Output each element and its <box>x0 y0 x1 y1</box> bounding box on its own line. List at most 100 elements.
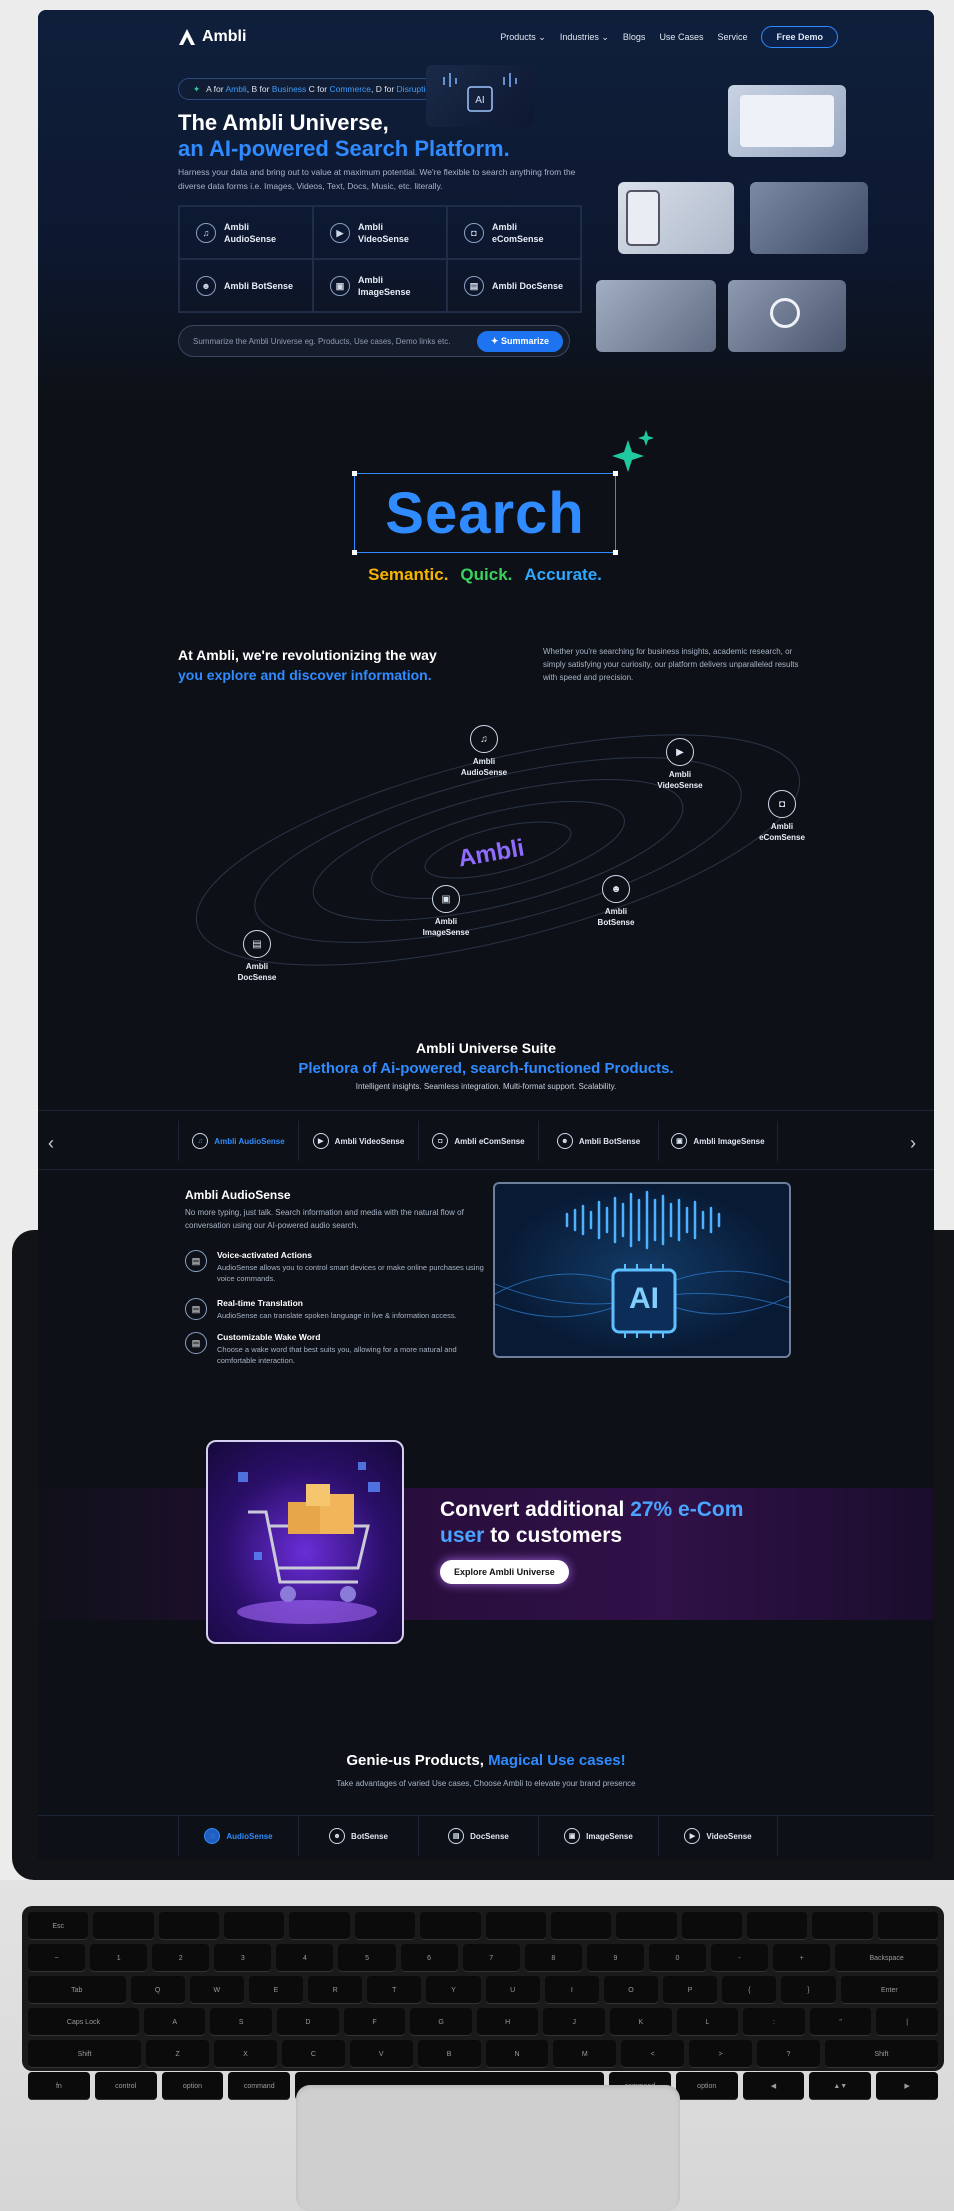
nav-use-cases[interactable]: Use Cases <box>659 32 703 42</box>
keyboard-key[interactable]: 9 <box>586 1944 644 1972</box>
keyboard-key[interactable]: Shift <box>28 2040 142 2068</box>
keyboard-key[interactable]: > <box>689 2040 753 2068</box>
keyboard-key[interactable]: - <box>711 1944 769 1972</box>
keyboard-key[interactable] <box>93 1912 154 1940</box>
keyboard-key[interactable]: S <box>210 2008 273 2036</box>
nav-blogs[interactable]: Blogs <box>623 32 646 42</box>
keyboard-key[interactable]: 1 <box>90 1944 148 1972</box>
keyboard-key[interactable]: ▲▼ <box>809 2072 872 2100</box>
summarize-button[interactable]: ✦ Summarize <box>476 330 563 352</box>
keyboard-key[interactable]: option <box>161 2072 224 2100</box>
keyboard-key[interactable]: 4 <box>276 1944 334 1972</box>
keyboard-key[interactable]: } <box>781 1976 836 2004</box>
trackpad[interactable] <box>296 2085 680 2211</box>
keyboard-key[interactable]: Enter <box>840 1976 939 2004</box>
tab-audiosense[interactable]: ♫ Ambli AudioSense <box>178 1121 298 1161</box>
keyboard-key[interactable]: B <box>417 2040 481 2068</box>
keyboard-key[interactable] <box>485 1912 546 1940</box>
keyboard-key[interactable]: ? <box>757 2040 820 2068</box>
explore-ambli-universe-button[interactable]: Explore Ambli Universe <box>440 1560 569 1584</box>
keyboard-key[interactable]: J <box>543 2008 606 2036</box>
product-docsense[interactable]: ▤ Ambli DocSense <box>447 259 581 312</box>
keyboard-key[interactable] <box>420 1912 481 1940</box>
keyboard-key[interactable]: 2 <box>152 1944 210 1972</box>
keyboard-key[interactable]: K <box>610 2008 672 2036</box>
product-ecomsense[interactable]: ◘ Ambli eComSense <box>447 206 581 259</box>
keyboard-key[interactable] <box>158 1912 220 1940</box>
keyboard-key[interactable]: ▶ <box>876 2072 938 2100</box>
keyboard-key[interactable]: D <box>277 2008 339 2036</box>
keyboard-key[interactable]: control <box>94 2072 157 2100</box>
keyboard-key[interactable]: ~ <box>28 1944 86 1972</box>
keyboard-key[interactable] <box>224 1912 285 1940</box>
keyboard-key[interactable]: R <box>308 1976 363 2004</box>
keyboard-key[interactable] <box>812 1912 873 1940</box>
keyboard-key[interactable] <box>354 1912 416 1940</box>
keyboard-key[interactable] <box>746 1912 808 1940</box>
chevron-left-icon[interactable]: ‹ <box>48 1133 54 1154</box>
keyboard-key[interactable]: option <box>675 2072 738 2100</box>
nav-products[interactable]: Products <box>500 32 546 43</box>
botsense-orbit-icon[interactable]: ☻ <box>602 875 630 903</box>
keyboard-key[interactable]: command <box>228 2072 291 2100</box>
tab-ecomsense[interactable]: ◘ Ambli eComSense <box>418 1121 538 1161</box>
keyboard-key[interactable] <box>289 1912 350 1940</box>
product-imagesense[interactable]: ▣ Ambli ImageSense <box>313 259 447 312</box>
keyboard-key[interactable]: C <box>281 2040 345 2068</box>
keyboard-key[interactable]: Y <box>426 1976 481 2004</box>
keyboard-key[interactable]: 7 <box>462 1944 520 1972</box>
keyboard-key[interactable]: " <box>809 2008 872 2036</box>
keyboard-key[interactable]: ◀ <box>742 2072 805 2100</box>
keyboard-key[interactable] <box>681 1912 742 1940</box>
keyboard-key[interactable]: { <box>722 1976 777 2004</box>
keyboard-key[interactable]: 3 <box>214 1944 272 1972</box>
keyboard-key[interactable]: O <box>603 1976 659 2004</box>
tab-use-case-imagesense[interactable]: ▣ ImageSense <box>538 1816 658 1856</box>
product-botsense[interactable]: ☻ Ambli BotSense <box>179 259 313 312</box>
keyboard-key[interactable]: G <box>410 2008 472 2036</box>
keyboard-key[interactable]: + <box>773 1944 831 1972</box>
tab-use-case-audiosense[interactable]: ♫ AudioSense <box>178 1816 298 1856</box>
tab-use-case-videosense[interactable]: ▶ VideoSense <box>658 1816 778 1856</box>
logo[interactable]: Ambli <box>178 28 246 46</box>
tab-botsense[interactable]: ☻ Ambli BotSense <box>538 1121 658 1161</box>
chevron-right-icon[interactable]: › <box>910 1133 916 1154</box>
keyboard-key[interactable]: H <box>476 2008 539 2036</box>
keyboard-key[interactable]: E <box>248 1976 304 2004</box>
tab-use-case-botsense[interactable]: ☻ BotSense <box>298 1816 418 1856</box>
ecomsense-orbit-icon[interactable]: ◘ <box>768 790 796 818</box>
keyboard-key[interactable]: I <box>544 1976 599 2004</box>
docsense-orbit-icon[interactable]: ▤ <box>243 930 271 958</box>
keyboard-key[interactable]: T <box>367 1976 422 2004</box>
keyboard-key[interactable]: Backspace <box>835 1944 938 1972</box>
keyboard-key[interactable]: A <box>143 2008 206 2036</box>
keyboard-key[interactable]: Esc <box>28 1912 89 1940</box>
keyboard-key[interactable]: P <box>663 1976 718 2004</box>
tab-videosense[interactable]: ▶ Ambli VideoSense <box>298 1121 418 1161</box>
keyboard-key[interactable]: V <box>349 2040 413 2068</box>
keyboard-key[interactable]: 0 <box>648 1944 707 1972</box>
tab-imagesense[interactable]: ▣ Ambli ImageSense <box>658 1121 778 1161</box>
keyboard-key[interactable]: M <box>553 2040 617 2068</box>
product-audiosense[interactable]: ♫ Ambli AudioSense <box>179 206 313 259</box>
nav-service[interactable]: Service <box>717 32 747 42</box>
keyboard-key[interactable]: < <box>621 2040 685 2068</box>
keyboard-key[interactable]: N <box>485 2040 549 2068</box>
keyboard-key[interactable]: : <box>743 2008 805 2036</box>
summarize-bar[interactable]: Summarize the Ambli Universe eg. Product… <box>178 325 570 357</box>
product-videosense[interactable]: ▶ Ambli VideoSense <box>313 206 447 259</box>
keyboard-key[interactable]: fn <box>28 2072 90 2100</box>
keyboard-key[interactable]: Tab <box>28 1976 126 2004</box>
nav-industries[interactable]: Industries <box>560 32 609 43</box>
keyboard-key[interactable]: U <box>485 1976 540 2004</box>
summarize-input[interactable]: Summarize the Ambli Universe eg. Product… <box>193 337 450 346</box>
keyboard-key[interactable]: Q <box>130 1976 185 2004</box>
videosense-orbit-icon[interactable]: ▶ <box>666 738 694 766</box>
keyboard-key[interactable]: L <box>676 2008 739 2036</box>
keyboard-key[interactable] <box>877 1912 939 1940</box>
free-demo-button[interactable]: Free Demo <box>761 26 838 48</box>
keyboard-key[interactable] <box>616 1912 677 1940</box>
keyboard-key[interactable]: 8 <box>524 1944 582 1972</box>
keyboard-key[interactable]: F <box>343 2008 406 2036</box>
audiosense-orbit-icon[interactable]: ♫ <box>470 725 498 753</box>
